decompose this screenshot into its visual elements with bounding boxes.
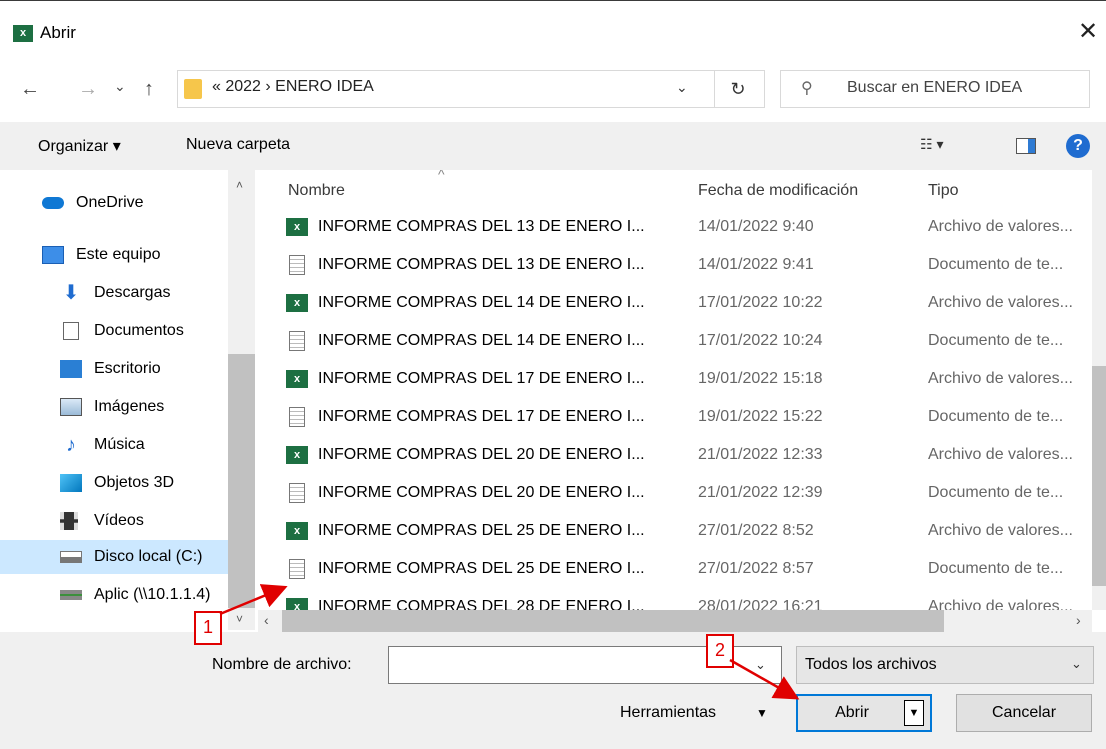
annotation-arrow-1 <box>219 584 288 616</box>
annotation-arrow-2 <box>729 658 800 700</box>
annotation-arrows <box>219 584 800 700</box>
